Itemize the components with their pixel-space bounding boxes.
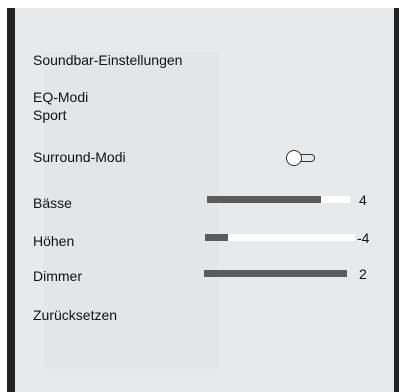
reset-label[interactable]: Zurücksetzen [33,307,117,323]
toggle-track [300,154,315,162]
left-frame-edge [7,8,15,392]
treble-label[interactable]: Höhen [33,233,74,249]
bass-label[interactable]: Bässe [33,195,72,211]
menu-title: Soundbar-Einstellungen [33,52,183,68]
bass-value: 4 [359,192,367,208]
bass-slider[interactable] [207,196,350,203]
surround-mode-label[interactable]: Surround-Modi [33,149,126,165]
treble-slider[interactable] [205,234,355,241]
surround-mode-toggle[interactable] [286,150,316,166]
treble-slider-fill [205,234,228,241]
dimmer-slider[interactable] [204,270,347,277]
treble-value: -4 [357,230,370,246]
right-frame-edge [394,8,399,392]
eq-mode-label[interactable]: EQ-Modi [33,89,88,105]
tv-screen: Soundbar-Einstellungen EQ-Modi Sport Sur… [0,0,399,392]
dimmer-label[interactable]: Dimmer [33,268,82,284]
bass-slider-fill [207,196,322,203]
eq-mode-value: Sport [33,107,67,123]
dimmer-value: 2 [359,266,367,282]
dimmer-slider-fill [204,270,347,277]
toggle-knob [286,150,302,166]
